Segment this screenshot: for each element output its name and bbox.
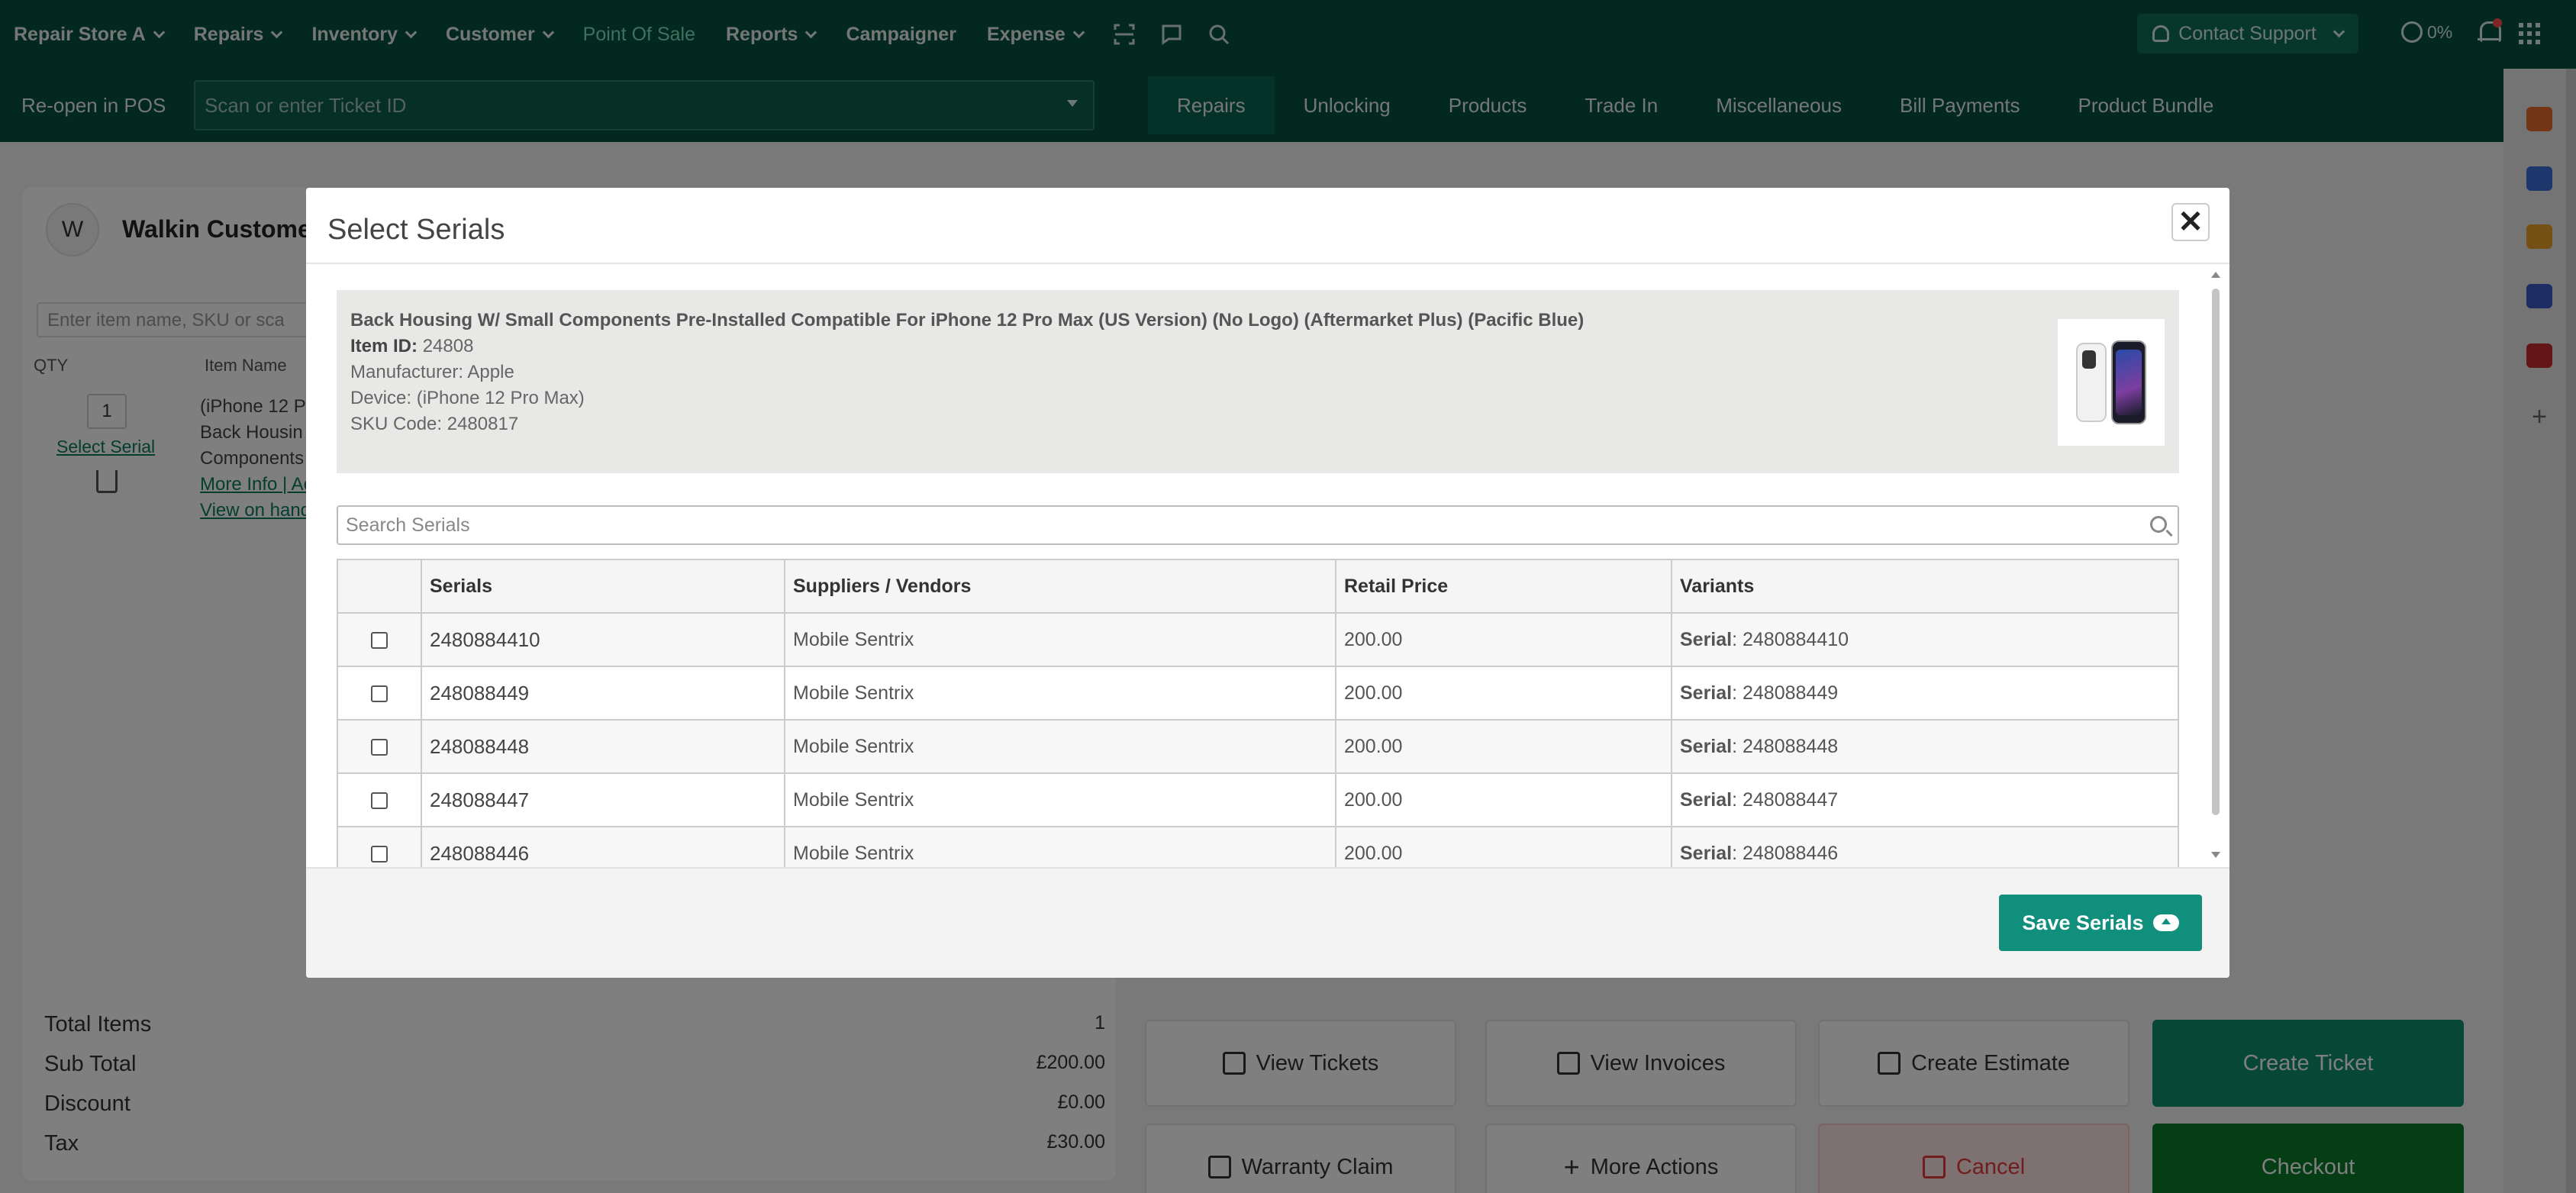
modal-footer: Save Serials	[306, 867, 2229, 978]
variant-value: : 248088449	[1732, 682, 1839, 704]
column-serials: Serials	[421, 559, 785, 614]
row-checkbox[interactable]	[371, 738, 388, 756]
variant-label: Serial	[1680, 842, 1733, 864]
variant-value: : 248088446	[1732, 842, 1839, 864]
table-row[interactable]: 248088447 Mobile Sentrix 200.00 Serial: …	[337, 772, 2179, 827]
scroll-thumb[interactable]	[2212, 289, 2220, 815]
product-manufacturer: Manufacturer: Apple	[350, 362, 514, 382]
modal-scrollbar[interactable]	[2210, 269, 2222, 864]
search-serials-placeholder: Search Serials	[346, 514, 470, 536]
scroll-down-icon[interactable]	[2211, 852, 2220, 858]
variant-cell: Serial: 248088448	[1671, 719, 2179, 774]
supplier-cell: Mobile Sentrix	[784, 826, 1336, 867]
product-image	[2058, 319, 2165, 446]
row-select-cell	[337, 719, 422, 774]
column-retail-price: Retail Price	[1335, 559, 1672, 614]
modal-title: Select Serials	[327, 214, 505, 246]
product-info-card: Back Housing W/ Small Components Pre-Ins…	[337, 290, 2179, 473]
variant-value: : 248088447	[1732, 788, 1839, 811]
variant-label: Serial	[1680, 682, 1733, 704]
supplier-cell: Mobile Sentrix	[784, 612, 1336, 667]
table-header-row: Serials Suppliers / Vendors Retail Price…	[337, 559, 2179, 614]
row-select-cell	[337, 612, 422, 667]
variant-cell: Serial: 248088446	[1671, 826, 2179, 867]
row-checkbox[interactable]	[371, 685, 388, 702]
table-row[interactable]: 248088446 Mobile Sentrix 200.00 Serial: …	[337, 826, 2179, 867]
item-id-label: Item ID:	[350, 336, 418, 356]
search-icon[interactable]	[2150, 516, 2167, 533]
supplier-cell: Mobile Sentrix	[784, 719, 1336, 774]
product-sku: SKU Code: 2480817	[350, 414, 519, 434]
row-checkbox[interactable]	[371, 792, 388, 809]
product-item-id: Item ID: 24808	[350, 336, 473, 357]
table-row[interactable]: 2480884410 Mobile Sentrix 200.00 Serial:…	[337, 612, 2179, 667]
phone-front-image	[2111, 340, 2146, 424]
product-title: Back Housing W/ Small Components Pre-Ins…	[350, 310, 1585, 330]
price-cell: 200.00	[1335, 772, 1672, 827]
supplier-cell: Mobile Sentrix	[784, 666, 1336, 721]
price-cell: 200.00	[1335, 719, 1672, 774]
column-suppliers: Suppliers / Vendors	[784, 559, 1336, 614]
close-button[interactable]: ✕	[2171, 203, 2210, 241]
variant-label: Serial	[1680, 788, 1733, 811]
serials-table: Serials Suppliers / Vendors Retail Price…	[337, 559, 2179, 867]
column-select	[337, 559, 422, 614]
price-cell: 200.00	[1335, 826, 1672, 867]
row-select-cell	[337, 826, 422, 867]
variant-cell: Serial: 2480884410	[1671, 612, 2179, 667]
search-serials-input[interactable]: Search Serials	[337, 505, 2179, 545]
item-id-value: 24808	[422, 336, 474, 356]
row-select-cell	[337, 772, 422, 827]
price-cell: 200.00	[1335, 612, 1672, 667]
variant-label: Serial	[1680, 628, 1733, 650]
row-checkbox[interactable]	[371, 631, 388, 649]
variant-value: : 248088448	[1732, 735, 1839, 757]
serial-cell: 248088448	[421, 719, 785, 774]
column-variants: Variants	[1671, 559, 2179, 614]
cloud-upload-icon	[2152, 914, 2179, 931]
variant-cell: Serial: 248088449	[1671, 666, 2179, 721]
serial-cell: 248088447	[421, 772, 785, 827]
product-device: Device: (iPhone 12 Pro Max)	[350, 388, 585, 408]
save-serials-label: Save Serials	[2022, 911, 2144, 934]
modal-body: Back Housing W/ Small Components Pre-Ins…	[306, 266, 2229, 867]
table-row[interactable]: 248088448 Mobile Sentrix 200.00 Serial: …	[337, 719, 2179, 774]
scroll-up-icon[interactable]	[2211, 272, 2220, 278]
supplier-cell: Mobile Sentrix	[784, 772, 1336, 827]
select-serials-modal: Select Serials ✕ Back Housing W/ Small C…	[306, 188, 2229, 978]
close-icon: ✕	[2178, 205, 2204, 239]
modal-header: Select Serials ✕	[306, 188, 2229, 264]
save-serials-button[interactable]: Save Serials	[1999, 895, 2202, 951]
row-checkbox[interactable]	[371, 845, 388, 863]
price-cell: 200.00	[1335, 666, 1672, 721]
table-row[interactable]: 248088449 Mobile Sentrix 200.00 Serial: …	[337, 666, 2179, 721]
variant-cell: Serial: 248088447	[1671, 772, 2179, 827]
row-select-cell	[337, 666, 422, 721]
serial-cell: 2480884410	[421, 612, 785, 667]
phone-back-image	[2076, 343, 2107, 422]
serial-cell: 248088449	[421, 666, 785, 721]
variant-label: Serial	[1680, 735, 1733, 757]
variant-value: : 2480884410	[1732, 628, 1849, 650]
serial-cell: 248088446	[421, 826, 785, 867]
